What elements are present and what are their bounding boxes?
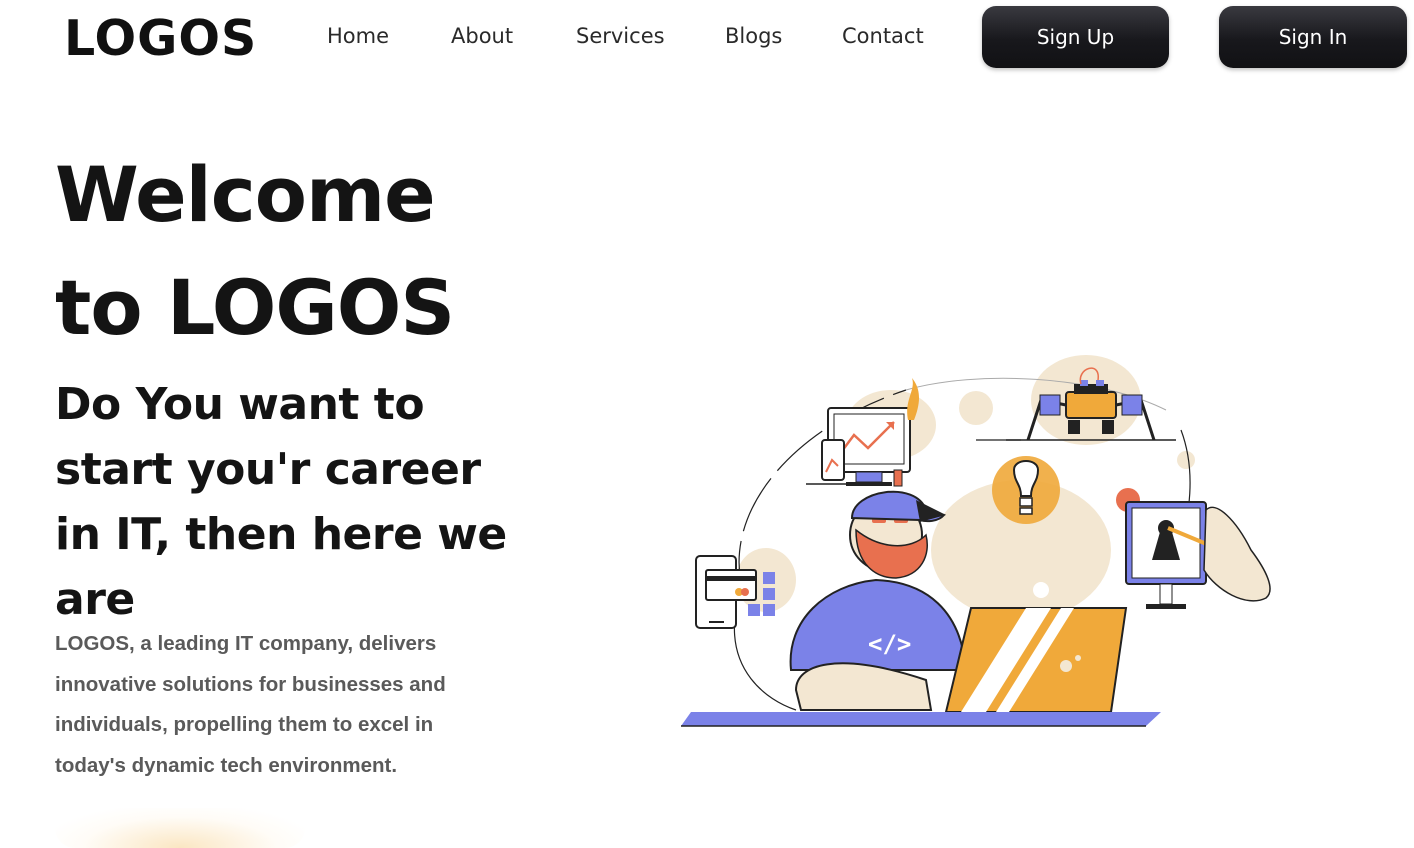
svg-text:</>: </> [868, 630, 911, 658]
nav-link-about[interactable]: About [451, 24, 513, 48]
lightbulb-icon [992, 456, 1060, 524]
nav-link-home[interactable]: Home [327, 24, 389, 48]
hero-title-line-1: Welcome [55, 150, 436, 239]
sign-up-button[interactable]: Sign Up [982, 6, 1169, 68]
hero-title-line-2: to LOGOS [55, 263, 455, 352]
developer-illustration: </> [676, 350, 1296, 740]
nav-link-contact[interactable]: Contact [842, 24, 924, 48]
hero-subtitle: Do You want to start you'r career in IT,… [55, 379, 507, 625]
nav-link-services[interactable]: Services [576, 24, 665, 48]
sign-in-button[interactable]: Sign In [1219, 6, 1407, 68]
nav-link-blogs[interactable]: Blogs [725, 24, 782, 48]
logo[interactable]: LOGOS [64, 10, 257, 67]
keyhole-monitor-icon [1125, 501, 1207, 609]
cta-button-glow [55, 808, 305, 848]
hero-description: LOGOS, a leading IT company, delivers in… [55, 632, 446, 777]
